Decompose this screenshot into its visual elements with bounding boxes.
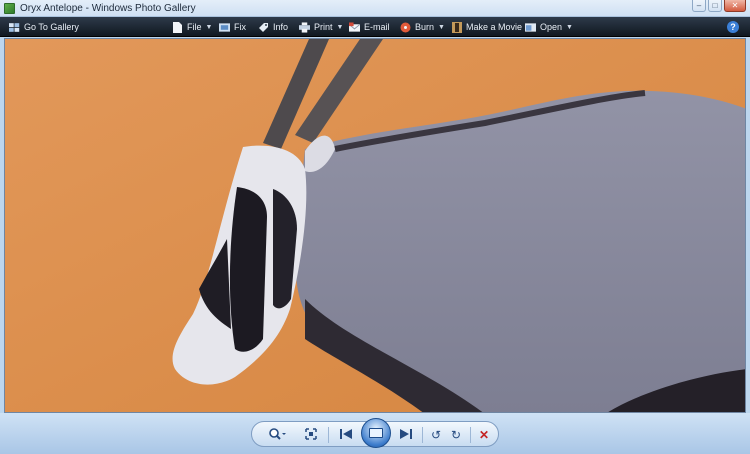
minimize-button[interactable]: –: [692, 0, 706, 12]
chevron-down-icon: ▼: [336, 23, 344, 31]
previous-icon: [339, 428, 353, 442]
printer-icon: [299, 21, 310, 33]
chevron-down-icon: ▼: [438, 23, 445, 31]
film-icon: [451, 21, 462, 33]
file-menu[interactable]: File ▼: [172, 17, 212, 37]
maximize-icon: □: [712, 1, 718, 10]
disc-icon: [400, 22, 411, 33]
previous-button[interactable]: [336, 426, 356, 444]
fit-to-window-icon: [305, 427, 317, 443]
playback-controls: ↺ ↻ ✕: [251, 418, 499, 448]
oryx-antelope-photo: [5, 39, 745, 412]
help-button[interactable]: ?: [727, 17, 739, 37]
next-button[interactable]: [396, 426, 416, 444]
open-menu[interactable]: Open ▼: [525, 17, 573, 37]
make-a-movie-label: Make a Movie: [466, 22, 523, 32]
command-bar: Go To Gallery File ▼ Fix Info Print ▼ E-…: [0, 17, 750, 37]
rotate-counterclockwise-button[interactable]: ↺: [428, 426, 444, 444]
info-tag-icon: [258, 22, 269, 33]
burn-label: Burn: [415, 22, 435, 32]
print-menu[interactable]: Print ▼: [299, 17, 343, 37]
fit-to-window-button[interactable]: [302, 426, 320, 444]
open-icon: [525, 22, 536, 33]
rotate-clockwise-button[interactable]: ↻: [448, 426, 464, 444]
separator: [422, 427, 423, 443]
zoom-icon: [269, 427, 287, 443]
chevron-down-icon: ▼: [205, 23, 213, 31]
info-label: Info: [273, 22, 289, 32]
email-button[interactable]: E-mail: [349, 17, 390, 37]
zoom-button[interactable]: [266, 426, 290, 444]
go-to-gallery-label: Go To Gallery: [24, 22, 79, 32]
gallery-icon: [9, 22, 20, 33]
minimize-icon: –: [696, 1, 702, 10]
window-title: Oryx Antelope - Windows Photo Gallery: [20, 2, 196, 14]
separator: [328, 427, 329, 443]
rotate-clockwise-icon: ↻: [450, 428, 462, 442]
separator: [470, 427, 471, 443]
chevron-down-icon: ▼: [566, 23, 573, 31]
go-to-gallery-button[interactable]: Go To Gallery: [9, 17, 79, 37]
slideshow-button[interactable]: [361, 418, 391, 448]
file-label: File: [187, 22, 202, 32]
window-controls: – □ ✕: [692, 0, 746, 12]
photo-gallery-app-icon: [4, 2, 15, 14]
email-label: E-mail: [364, 22, 390, 32]
playback-bar: ↺ ↻ ✕: [0, 413, 750, 454]
email-icon: [349, 21, 360, 33]
file-icon: [172, 21, 183, 33]
help-icon: ?: [727, 21, 739, 33]
info-button[interactable]: Info: [258, 17, 288, 37]
slideshow-icon: [369, 428, 383, 438]
next-icon: [399, 428, 413, 442]
make-a-movie-button[interactable]: Make a Movie: [451, 17, 522, 37]
open-label: Open: [540, 22, 563, 32]
delete-button[interactable]: ✕: [476, 426, 492, 444]
rotate-counterclockwise-icon: ↺: [430, 428, 442, 442]
photo-viewer[interactable]: [4, 38, 746, 413]
burn-menu[interactable]: Burn ▼: [400, 17, 445, 37]
close-icon: ✕: [731, 1, 739, 10]
delete-icon: ✕: [478, 428, 490, 442]
print-label: Print: [314, 22, 333, 32]
title-bar: Oryx Antelope - Windows Photo Gallery – …: [0, 0, 750, 17]
fix-label: Fix: [234, 22, 246, 32]
maximize-button[interactable]: □: [708, 0, 722, 12]
fix-button[interactable]: Fix: [219, 17, 246, 37]
fix-icon: [219, 22, 230, 33]
close-button[interactable]: ✕: [724, 0, 746, 12]
